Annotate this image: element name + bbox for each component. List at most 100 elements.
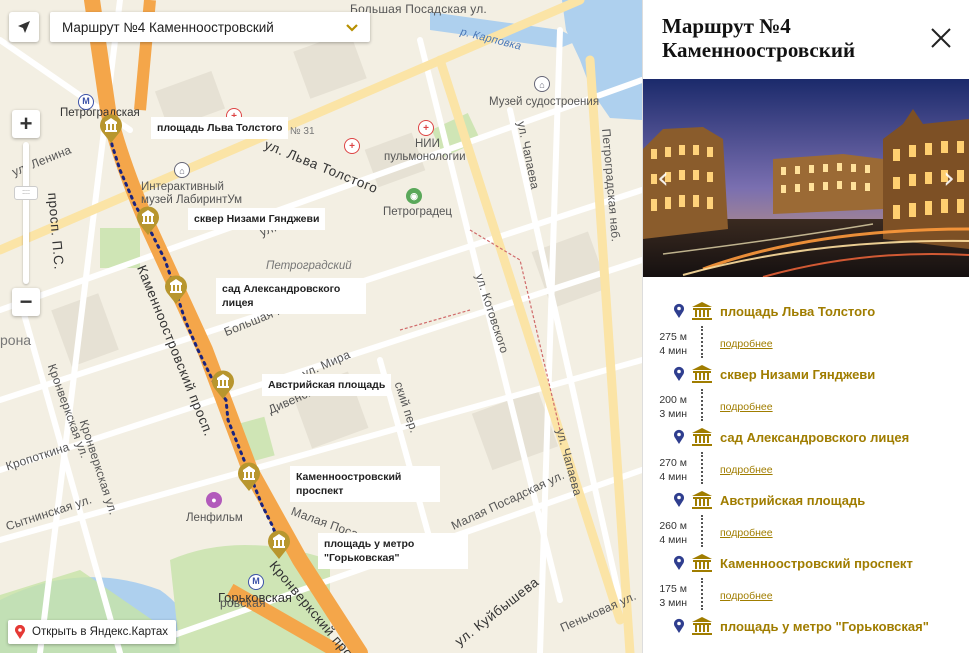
list-item: площадь у метро "Горьковская" <box>643 613 969 653</box>
stop-name[interactable]: площадь Льва Толстого <box>720 304 875 319</box>
metro-icon: M <box>248 574 264 590</box>
panel-title: Маршрут №4 Каменноостровский <box>662 14 856 62</box>
stops-list: площадь Льва Толстого 275 м 4 мин подробн… <box>643 298 969 653</box>
open-yandex-maps-link[interactable]: Открыть в Яндекс.Картах <box>8 620 177 644</box>
stop-pin-1[interactable] <box>99 114 123 144</box>
details-link[interactable]: подробнее <box>720 338 773 350</box>
distance-value: 200 м <box>659 394 687 406</box>
stop-name[interactable]: площадь у метро "Горьковская" <box>720 619 929 634</box>
locate-button[interactable] <box>9 12 39 42</box>
museum-icon: ⌂ <box>534 76 550 92</box>
metro-icon: M <box>78 94 94 110</box>
chevron-right-icon[interactable]: › <box>943 161 955 196</box>
map-pin-icon <box>674 366 684 381</box>
time-value: 3 мин <box>659 597 687 609</box>
stop-name[interactable]: сквер Низами Гянджеви <box>720 367 875 382</box>
route-photo: ‹ › <box>643 79 969 277</box>
map[interactable]: ул. Льва Толстого Каменноостровский прос… <box>0 0 642 653</box>
place-label: пульмонологии <box>384 151 466 163</box>
stop-map-label: сад Александровского лицея <box>216 278 366 314</box>
route-dots <box>701 389 703 421</box>
route-dots <box>701 515 703 547</box>
hospital-icon: + <box>418 120 434 136</box>
list-item: сад Александровского лицея 270 м 4 мин по… <box>643 424 969 487</box>
stop-distance: 200 м 3 мин <box>643 393 687 421</box>
place-label: музей ЛабиринтУм <box>141 194 243 206</box>
zoom-in-button[interactable]: + <box>12 110 40 138</box>
list-item: Каменноостровский проспект 175 м 3 мин по… <box>643 550 969 613</box>
distance-value: 175 м <box>659 583 687 595</box>
landmark-icon <box>692 365 712 383</box>
location-arrow-icon <box>18 21 30 33</box>
map-pin-icon <box>15 624 25 639</box>
list-item: Австрийская площадь 260 м 4 мин подробнее <box>643 487 969 550</box>
chevron-down-icon <box>346 19 358 35</box>
details-link[interactable]: подробнее <box>720 527 773 539</box>
distance-value: 270 м <box>659 457 687 469</box>
stop-distance: 270 м 4 мин <box>643 456 687 484</box>
details-link[interactable]: подробнее <box>720 401 773 413</box>
route-dots <box>701 326 703 358</box>
stop-pin-4[interactable] <box>211 370 235 400</box>
district-label: Петроградский <box>266 260 352 272</box>
stop-name[interactable]: Австрийская площадь <box>720 493 865 508</box>
route-select[interactable]: Маршрут №4 Каменноостровский <box>50 12 370 42</box>
zoom-control: + :::: − <box>12 110 40 316</box>
place-label: НИИ <box>415 138 440 150</box>
route-panel: Маршрут №4 Каменноостровский ‹ › площадь… <box>642 0 970 653</box>
landmark-icon <box>692 428 712 446</box>
hospital-icon: + <box>344 138 360 154</box>
map-pin-icon <box>674 555 684 570</box>
stop-map-label: сквер Низами Гянджеви <box>188 208 326 230</box>
metro-label: Горьковская <box>218 590 292 605</box>
stop-pin-5[interactable] <box>237 462 261 492</box>
time-value: 4 мин <box>659 471 687 483</box>
stop-name[interactable]: сад Александровского лицея <box>720 430 909 445</box>
zoom-out-button[interactable]: − <box>12 288 40 316</box>
museum-icon: ⌂ <box>174 162 190 178</box>
stop-map-label: Каменноостровский проспект <box>290 466 440 502</box>
stop-name[interactable]: Каменноостровский проспект <box>720 556 913 571</box>
details-link[interactable]: подробнее <box>720 464 773 476</box>
map-pin-icon <box>674 492 684 507</box>
stop-distance: 175 м 3 мин <box>643 582 687 610</box>
close-button[interactable] <box>930 27 952 49</box>
stop-map-label: Австрийская площадь <box>262 374 392 396</box>
minus-icon: − <box>19 289 33 314</box>
place-label: рона <box>0 332 32 348</box>
route-dots <box>701 578 703 610</box>
stop-pin-6[interactable] <box>267 530 291 560</box>
open-yandex-maps-label: Открыть в Яндекс.Картах <box>32 626 169 638</box>
landmark-icon <box>692 617 712 635</box>
time-value: 3 мин <box>659 408 687 420</box>
chevron-left-icon[interactable]: ‹ <box>657 161 669 196</box>
list-item: сквер Низами Гянджеви 200 м 3 мин подробн… <box>643 361 969 424</box>
landmark-icon <box>692 554 712 572</box>
cinema-icon: ● <box>206 492 222 508</box>
time-value: 4 мин <box>659 534 687 546</box>
landmark-icon <box>692 491 712 509</box>
stop-distance: 275 м 4 мин <box>643 330 687 358</box>
stop-pin-2[interactable] <box>136 206 160 236</box>
shop-icon: ◉ <box>406 188 422 204</box>
plus-icon: + <box>19 111 33 136</box>
zoom-slider[interactable]: :::: <box>12 138 40 288</box>
street-label: Большая Посадская ул. <box>350 2 487 16</box>
distance-value: 275 м <box>659 331 687 343</box>
place-label: Ленфильм <box>186 512 243 524</box>
map-pin-icon <box>674 429 684 444</box>
close-icon <box>931 28 951 48</box>
stop-pin-3[interactable] <box>164 275 188 305</box>
stop-distance: 260 м 4 мин <box>643 519 687 547</box>
route-select-label: Маршрут №4 Каменноостровский <box>62 19 274 35</box>
map-pin-icon <box>674 303 684 318</box>
place-label: Петроградец <box>383 206 453 218</box>
place-label: Музей судостроения <box>489 96 600 108</box>
time-value: 4 мин <box>659 345 687 357</box>
zoom-thumb[interactable]: :::: <box>14 186 38 200</box>
stop-map-label: площадь Льва Толстого <box>151 117 289 139</box>
landmark-icon <box>692 302 712 320</box>
distance-value: 260 м <box>659 520 687 532</box>
list-item: площадь Льва Толстого 275 м 4 мин подробн… <box>643 298 969 361</box>
details-link[interactable]: подробнее <box>720 590 773 602</box>
